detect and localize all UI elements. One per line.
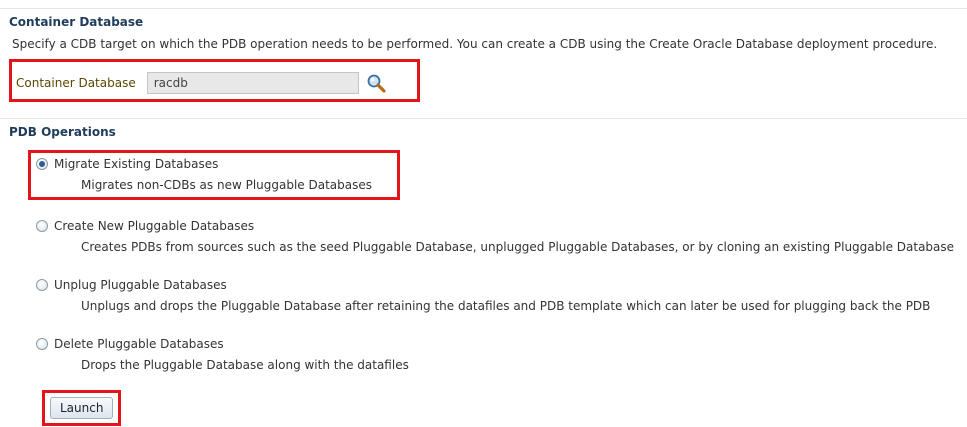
option-description: Migrates non-CDBs as new Pluggable Datab…	[81, 178, 373, 192]
option-description: Drops the Pluggable Database along with …	[81, 358, 409, 372]
option-unplug-pluggable-databases: Unplug Pluggable Databases Unplugs and d…	[36, 278, 930, 313]
radio-button-delete[interactable]	[36, 338, 48, 350]
radio-row-unplug[interactable]: Unplug Pluggable Databases	[36, 278, 930, 292]
container-database-heading: Container Database	[9, 15, 144, 29]
container-database-label: Container Database	[16, 76, 136, 90]
search-icon[interactable]	[366, 73, 386, 93]
container-database-field-row: Container Database racdb	[16, 72, 386, 94]
top-divider	[0, 8, 967, 9]
launch-button[interactable]: Launch	[50, 397, 114, 419]
option-label: Migrate Existing Databases	[54, 157, 219, 171]
option-label: Create New Pluggable Databases	[54, 219, 255, 233]
option-delete-pluggable-databases: Delete Pluggable Databases Drops the Plu…	[36, 337, 409, 372]
option-description: Creates PDBs from sources such as the se…	[81, 240, 955, 254]
container-database-input[interactable]: racdb	[146, 72, 359, 94]
radio-row-delete[interactable]: Delete Pluggable Databases	[36, 337, 409, 351]
option-migrate-existing-databases: Migrate Existing Databases Migrates non-…	[36, 157, 372, 192]
radio-button-unplug[interactable]	[36, 279, 48, 291]
radio-row-migrate[interactable]: Migrate Existing Databases	[36, 157, 372, 171]
container-database-description: Specify a CDB target on which the PDB op…	[12, 37, 938, 51]
radio-button-migrate[interactable]	[36, 158, 48, 170]
radio-row-create[interactable]: Create New Pluggable Databases	[36, 219, 954, 233]
pdb-operations-heading: PDB Operations	[9, 125, 116, 139]
radio-button-create[interactable]	[36, 220, 48, 232]
option-description: Unplugs and drops the Pluggable Database…	[81, 299, 931, 313]
option-create-new-pluggable-databases: Create New Pluggable Databases Creates P…	[36, 219, 954, 254]
option-label: Delete Pluggable Databases	[54, 337, 224, 351]
section-divider	[0, 118, 967, 119]
option-label: Unplug Pluggable Databases	[54, 278, 227, 292]
